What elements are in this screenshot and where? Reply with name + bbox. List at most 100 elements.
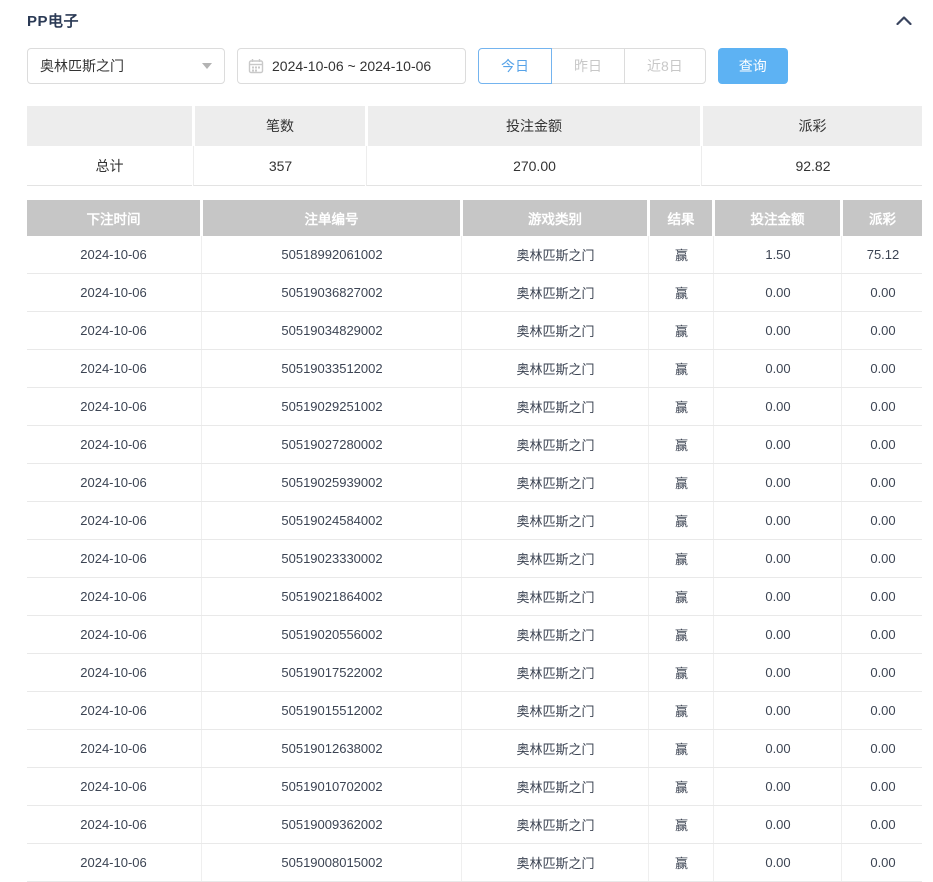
cell-game-category: 奥林匹斯之门 — [461, 274, 647, 311]
cell-order-number: 50519008015002 — [201, 844, 460, 881]
calendar-icon — [248, 58, 264, 74]
table-row: 2024-10-0650519009362002奥林匹斯之门赢0.000.00 — [27, 806, 922, 844]
table-row: 2024-10-0650519008015002奥林匹斯之门赢0.000.00 — [27, 844, 922, 882]
cell-game-category: 奥林匹斯之门 — [461, 464, 647, 501]
summary-total-count: 357 — [193, 146, 365, 186]
cell-order-number: 50519020556002 — [201, 616, 460, 653]
summary-header-payout: 派彩 — [703, 106, 922, 146]
cell-order-number: 50519033512002 — [201, 350, 460, 387]
cell-bet-time: 2024-10-06 — [27, 654, 200, 691]
col-header-result: 结果 — [650, 200, 712, 236]
summary-total-label: 总计 — [27, 146, 192, 186]
cell-payout: 0.00 — [841, 578, 922, 615]
cell-bet-time: 2024-10-06 — [27, 844, 200, 881]
col-header-order-number: 注单编号 — [203, 200, 460, 236]
cell-bet-time: 2024-10-06 — [27, 312, 200, 349]
cell-bet-amount: 0.00 — [713, 616, 840, 653]
search-button[interactable]: 查询 — [718, 48, 788, 84]
cell-payout: 0.00 — [841, 616, 922, 653]
cell-order-number: 50519023330002 — [201, 540, 460, 577]
summary-header-bet-amount: 投注金额 — [368, 106, 700, 146]
cell-game-category: 奥林匹斯之门 — [461, 768, 647, 805]
cell-bet-amount: 0.00 — [713, 502, 840, 539]
cell-result: 赢 — [648, 388, 712, 425]
table-row: 2024-10-0650519034829002奥林匹斯之门赢0.000.00 — [27, 312, 922, 350]
col-header-bet-amount: 投注金额 — [715, 200, 840, 236]
cell-bet-amount: 0.00 — [713, 654, 840, 691]
cell-bet-amount: 0.00 — [713, 578, 840, 615]
cell-payout: 0.00 — [841, 312, 922, 349]
cell-bet-amount: 0.00 — [713, 730, 840, 767]
cell-payout: 0.00 — [841, 692, 922, 729]
cell-result: 赢 — [648, 236, 712, 273]
bets-table-body: 2024-10-0650518992061002奥林匹斯之门赢1.5075.12… — [27, 236, 922, 882]
cell-order-number: 50518992061002 — [201, 236, 460, 273]
cell-game-category: 奥林匹斯之门 — [461, 730, 647, 767]
cell-bet-time: 2024-10-06 — [27, 502, 200, 539]
cell-order-number: 50519012638002 — [201, 730, 460, 767]
cell-order-number: 50519036827002 — [201, 274, 460, 311]
summary-total-row: 总计 357 270.00 92.82 — [27, 146, 922, 186]
today-button[interactable]: 今日 — [478, 48, 552, 84]
cell-result: 赢 — [648, 692, 712, 729]
cell-bet-time: 2024-10-06 — [27, 388, 200, 425]
cell-bet-time: 2024-10-06 — [27, 768, 200, 805]
cell-result: 赢 — [648, 312, 712, 349]
collapse-button[interactable] — [892, 8, 916, 32]
cell-payout: 0.00 — [841, 844, 922, 881]
summary-total-bet-amount: 270.00 — [366, 146, 700, 186]
cell-result: 赢 — [648, 502, 712, 539]
pp-electronic-panel: PP电子 奥林匹斯之门 — [0, 0, 933, 882]
cell-bet-amount: 0.00 — [713, 388, 840, 425]
cell-order-number: 50519024584002 — [201, 502, 460, 539]
cell-bet-time: 2024-10-06 — [27, 730, 200, 767]
yesterday-button[interactable]: 昨日 — [551, 48, 625, 84]
cell-game-category: 奥林匹斯之门 — [461, 426, 647, 463]
game-select[interactable]: 奥林匹斯之门 — [27, 48, 225, 84]
cell-order-number: 50519021864002 — [201, 578, 460, 615]
cell-order-number: 50519034829002 — [201, 312, 460, 349]
cell-bet-amount: 0.00 — [713, 692, 840, 729]
cell-game-category: 奥林匹斯之门 — [461, 692, 647, 729]
cell-bet-amount: 0.00 — [713, 806, 840, 843]
cell-bet-amount: 0.00 — [713, 350, 840, 387]
table-row: 2024-10-0650519017522002奥林匹斯之门赢0.000.00 — [27, 654, 922, 692]
cell-result: 赢 — [648, 654, 712, 691]
cell-payout: 0.00 — [841, 540, 922, 577]
cell-game-category: 奥林匹斯之门 — [461, 502, 647, 539]
game-select-value: 奥林匹斯之门 — [40, 56, 124, 76]
cell-bet-time: 2024-10-06 — [27, 464, 200, 501]
cell-result: 赢 — [648, 350, 712, 387]
summary-table: 笔数 投注金额 派彩 总计 357 270.00 92.82 — [27, 106, 922, 186]
table-row: 2024-10-0650519023330002奥林匹斯之门赢0.000.00 — [27, 540, 922, 578]
col-header-payout: 派彩 — [843, 200, 922, 236]
quick-date-button-group: 今日 昨日 近8日 — [478, 48, 706, 84]
page-title: PP电子 — [27, 10, 79, 31]
cell-game-category: 奥林匹斯之门 — [461, 350, 647, 387]
table-row: 2024-10-0650519029251002奥林匹斯之门赢0.000.00 — [27, 388, 922, 426]
cell-result: 赢 — [648, 540, 712, 577]
cell-result: 赢 — [648, 426, 712, 463]
cell-payout: 0.00 — [841, 464, 922, 501]
cell-result: 赢 — [648, 768, 712, 805]
cell-payout: 0.00 — [841, 426, 922, 463]
cell-bet-amount: 0.00 — [713, 540, 840, 577]
table-row: 2024-10-0650519027280002奥林匹斯之门赢0.000.00 — [27, 426, 922, 464]
cell-order-number: 50519027280002 — [201, 426, 460, 463]
cell-bet-time: 2024-10-06 — [27, 236, 200, 273]
last8days-button[interactable]: 近8日 — [624, 48, 706, 84]
cell-bet-time: 2024-10-06 — [27, 350, 200, 387]
cell-bet-amount: 0.00 — [713, 464, 840, 501]
bets-table-header: 下注时间 注单编号 游戏类别 结果 投注金额 派彩 — [27, 200, 922, 236]
table-row: 2024-10-0650519024584002奥林匹斯之门赢0.000.00 — [27, 502, 922, 540]
cell-bet-amount: 0.00 — [713, 312, 840, 349]
table-row: 2024-10-0650519033512002奥林匹斯之门赢0.000.00 — [27, 350, 922, 388]
filter-bar: 奥林匹斯之门 2024-10-06 ~ 2024-10-06 — [27, 48, 922, 84]
col-header-bet-time: 下注时间 — [27, 200, 200, 236]
cell-result: 赢 — [648, 616, 712, 653]
cell-game-category: 奥林匹斯之门 — [461, 312, 647, 349]
date-range-input[interactable]: 2024-10-06 ~ 2024-10-06 — [237, 48, 466, 84]
cell-game-category: 奥林匹斯之门 — [461, 540, 647, 577]
cell-bet-time: 2024-10-06 — [27, 806, 200, 843]
cell-bet-time: 2024-10-06 — [27, 616, 200, 653]
